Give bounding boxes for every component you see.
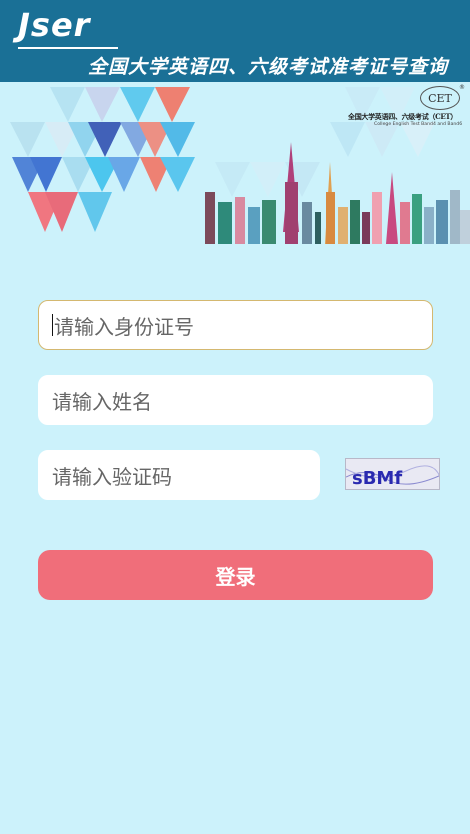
- app-header: Jser 全国大学英语四、六级考试准考证号查询: [0, 0, 470, 82]
- id-number-placeholder: 请输入身份证号: [54, 314, 194, 339]
- login-button[interactable]: 登录: [38, 550, 433, 600]
- name-input[interactable]: 请输入姓名: [38, 375, 433, 425]
- page-title: 全国大学英语四、六级考试准考证号查询: [87, 56, 448, 78]
- logo-underline: [18, 47, 118, 49]
- id-number-input[interactable]: 请输入身份证号: [38, 300, 433, 350]
- cet-name-english: College English Test Band4 and Band6: [374, 122, 463, 127]
- name-placeholder: 请输入姓名: [52, 389, 152, 414]
- banner-graphic: [10, 87, 470, 244]
- banner-illustration: CET ® 全国大学英语四、六级考试（CET） College English …: [0, 82, 470, 247]
- cet-registered-mark: ®: [459, 84, 465, 91]
- logo-text: Jser: [18, 6, 91, 44]
- text-caret: [52, 314, 53, 336]
- cet-name-chinese: 全国大学英语四、六级考试（CET）: [348, 112, 458, 121]
- captcha-image[interactable]: sBMf: [345, 458, 440, 490]
- cet-logo: CET: [420, 86, 460, 110]
- captcha-placeholder: 请输入验证码: [52, 464, 172, 489]
- captcha-text: sBMf: [352, 468, 402, 489]
- captcha-input[interactable]: 请输入验证码: [38, 450, 320, 500]
- captcha-graphic: sBMf: [346, 465, 439, 489]
